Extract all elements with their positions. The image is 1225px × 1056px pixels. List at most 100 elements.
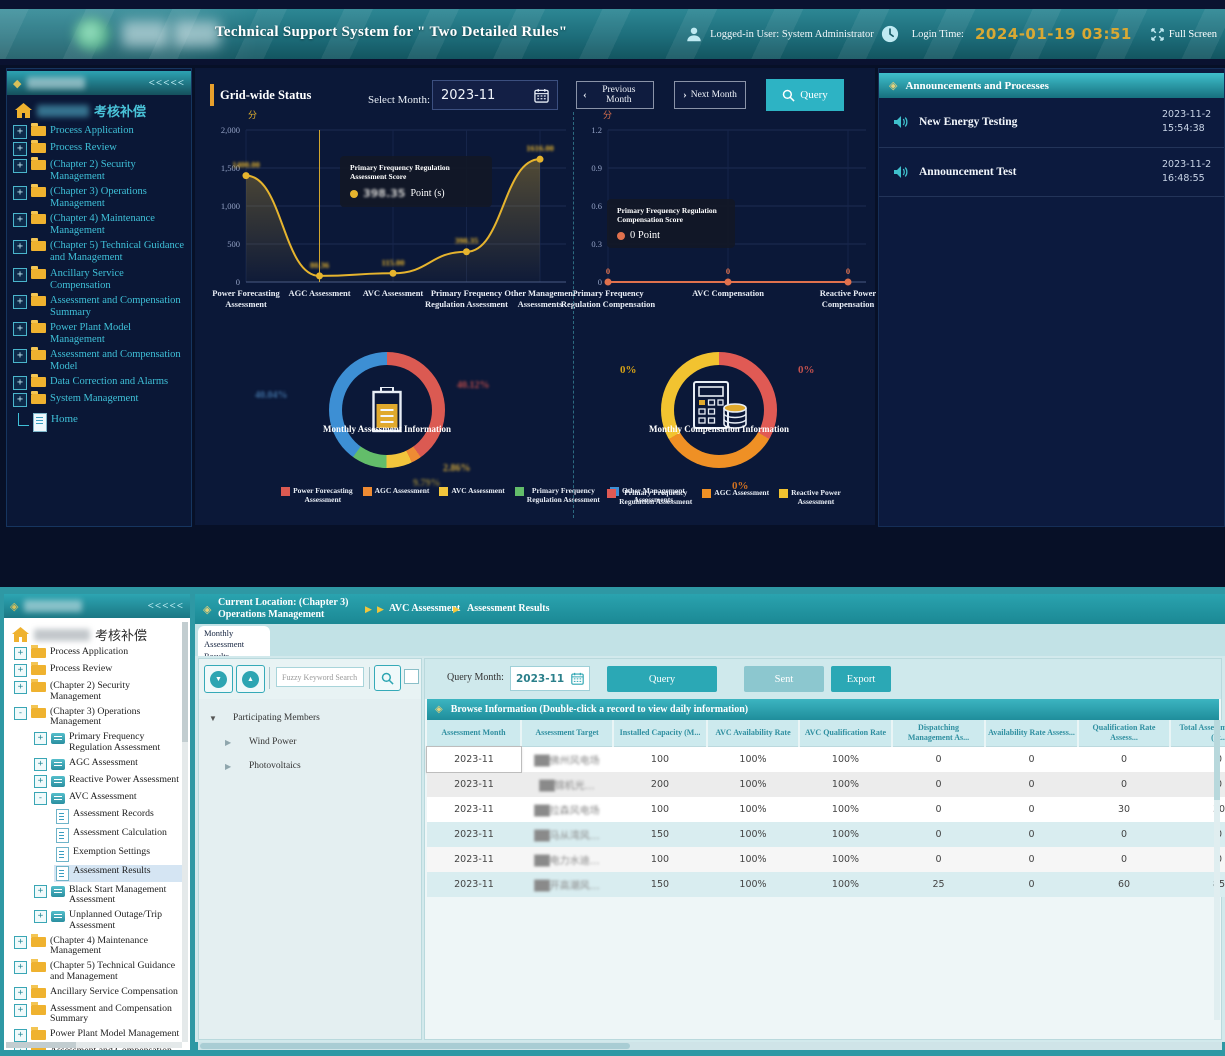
table-row[interactable]: 2023-11██锦机光…200100%100%0000 [427, 772, 1225, 797]
search-button[interactable] [374, 665, 401, 691]
expand-all-button[interactable]: ▲ [236, 665, 265, 693]
table-row[interactable]: 2023-11██电力水迪…100100%100%0000 [427, 847, 1225, 872]
nav-tree-item[interactable]: +Process Application [12, 646, 182, 661]
select-checkbox[interactable] [404, 669, 419, 684]
collapse-arrows[interactable]: <<<<< [149, 77, 185, 89]
top-sidebar: ◆ <<<<< 考核补偿 +Process Application +Proces… [6, 68, 192, 527]
nav-tree-item[interactable]: -AVC Assessment [32, 791, 182, 806]
column-header[interactable]: AVC Availability Rate [707, 720, 799, 747]
nav-tree-item[interactable]: +Assessment and Compensation Summary [12, 1003, 182, 1027]
sidebar-item-home[interactable]: Home [13, 413, 185, 432]
column-header[interactable]: AVC Qualification Rate [799, 720, 892, 747]
column-header[interactable]: Installed Capacity (M... [613, 720, 707, 747]
nav-tree-item[interactable]: +Process Review [12, 663, 182, 678]
legend-item[interactable]: Power ForecastingAssessment [281, 486, 353, 504]
fuzzy-search-input[interactable] [276, 667, 364, 687]
members-item-pv[interactable]: ▶ Photovoltaics [225, 761, 421, 771]
sidebar-header[interactable]: ◈ <<<<< [4, 594, 190, 618]
legend-item[interactable]: AGC Assessment [702, 488, 769, 498]
month-input[interactable]: 2023-11 [432, 80, 558, 110]
sidebar-item[interactable]: +Process Application [13, 125, 185, 139]
query-month-input[interactable]: 2023-11 [510, 666, 590, 691]
triangle-right-icon[interactable]: ▶ [225, 738, 235, 747]
table-row[interactable]: 2023-11██开高潮风…150100%100%2506085 [427, 872, 1225, 897]
legend-item[interactable]: AVC Assessment [439, 486, 504, 496]
nav-tree-item[interactable]: +Power Plant Model Management [12, 1028, 182, 1043]
nav-tree-item[interactable]: Assessment Results [54, 865, 182, 882]
sidebar-item[interactable]: +Assessment and Compensation Summary [13, 295, 185, 319]
tree-root[interactable]: 考核补偿 [12, 625, 147, 644]
members-item-wind[interactable]: ▶ Wind Power [225, 737, 421, 747]
nav-tree-item[interactable]: +Unplanned Outage/Trip Assessment [32, 909, 182, 933]
sidebar-item[interactable]: +(Chapter 2) Security Management [13, 159, 185, 183]
sidebar-scrollbar-thumb[interactable] [182, 622, 188, 742]
nav-tree-item[interactable]: +Reactive Power Assessment [32, 774, 182, 789]
nav-tree-item[interactable]: +Black Start Management Assessment [32, 884, 182, 908]
nav-tree-item[interactable]: +(Chapter 4) Maintenance Management [12, 935, 182, 959]
donut-callout: 40.12% [457, 380, 490, 391]
collapse-all-button[interactable]: ▼ [204, 665, 233, 693]
tab-monthly-assessment-results[interactable]: Monthly Assessment Results [198, 626, 270, 656]
nav-tree-item[interactable]: +(Chapter 5) Technical Guidance and Mana… [12, 960, 182, 984]
full-screen-icon[interactable] [1149, 26, 1166, 43]
nav-tree-item[interactable]: Assessment Records [54, 808, 182, 825]
triangle-right-icon[interactable]: ▶ [225, 762, 235, 771]
column-header[interactable]: Assessment Month [427, 720, 521, 747]
sidebar-item[interactable]: +Power Plant Model Management [13, 322, 185, 346]
table-row[interactable]: 2023-11██拉森风电场100100%100%003030 [427, 797, 1225, 822]
legend-item[interactable]: AGC Assessment [363, 486, 430, 496]
announcement-item[interactable]: New Energy Testing2023-11-215:54:38 [879, 98, 1224, 148]
sidebar-item[interactable]: +Data Correction and Alarms [13, 376, 185, 390]
horizontal-scrollbar-thumb[interactable] [200, 1043, 630, 1049]
query-button[interactable]: Query [766, 79, 844, 111]
column-header[interactable]: Dispatching Management As... [892, 720, 985, 747]
nav-tree-item[interactable]: -(Chapter 3) Operations Management [12, 706, 182, 730]
sidebar-item[interactable]: +Ancillary Service Compensation [13, 268, 185, 292]
next-month-button[interactable]: ›Next Month [674, 81, 746, 109]
tree-root[interactable]: 考核补偿 [15, 101, 146, 120]
nav-tree-item[interactable]: +Primary Frequency Regulation Assessment [32, 731, 182, 755]
breadcrumb-item[interactable]: AVC Assessment [389, 603, 460, 614]
user-icon [685, 25, 703, 43]
sidebar-item[interactable]: +Assessment and Compensation Model [13, 349, 185, 373]
sidebar-item[interactable]: +(Chapter 4) Maintenance Management [13, 213, 185, 237]
full-screen-label[interactable]: Full Screen [1169, 29, 1217, 40]
members-root[interactable]: ▼ Participating Members [209, 713, 421, 723]
table-scrollbar-thumb[interactable] [1214, 720, 1220, 800]
redacted-text [34, 629, 90, 641]
table-row[interactable]: 2023-11██佛州风电场100100%100%0000 [427, 747, 1225, 773]
sidebar-header[interactable]: ◆ <<<<< [7, 71, 191, 95]
sidebar-item[interactable]: +(Chapter 5) Technical Guidance and Mana… [13, 240, 185, 264]
legend-item[interactable]: Primary FrequencyRegulation Assessment [607, 488, 692, 506]
previous-month-button[interactable]: ‹Previous Month [576, 81, 654, 109]
breadcrumb-item[interactable]: Assessment Results [467, 603, 550, 614]
column-header[interactable]: Qualification Rate Assess... [1078, 720, 1170, 747]
horizontal-scrollbar[interactable] [198, 1042, 1222, 1050]
nav-tree-item[interactable]: +Ancillary Service Compensation [12, 986, 182, 1001]
svg-text:115.00: 115.00 [382, 257, 405, 267]
sidebar-item[interactable]: +Process Review [13, 142, 185, 156]
table-row[interactable]: 2023-11██马从湾风…150100%100%0000 [427, 822, 1225, 847]
donut-title: Monthly Compensation Information [641, 424, 797, 435]
month-value[interactable]: 2023-11 [441, 88, 495, 103]
sidebar-item[interactable]: +System Management [13, 393, 185, 407]
nav-tree-item[interactable]: +AGC Assessment [32, 757, 182, 772]
nav-tree-item[interactable]: Assessment Calculation [54, 827, 182, 844]
export-button[interactable]: Export [831, 666, 891, 692]
legend-swatch [779, 489, 788, 498]
triangle-down-icon[interactable]: ▼ [209, 714, 219, 723]
nav-tree-item[interactable]: Exemption Settings [54, 846, 182, 863]
announcement-item[interactable]: Announcement Test2023-11-216:48:55 [879, 148, 1224, 198]
calendar-icon[interactable] [534, 88, 549, 103]
column-header[interactable]: Availability Rate Assess... [985, 720, 1078, 747]
sidebar-hscrollbar-thumb[interactable] [6, 1042, 76, 1048]
calendar-icon[interactable] [571, 672, 584, 685]
collapse-arrows[interactable]: <<<<< [148, 600, 184, 612]
tooltip-series-dot [350, 190, 358, 198]
legend-item[interactable]: Reactive PowerAssessment [779, 488, 841, 506]
column-header[interactable]: Assessment Target [521, 720, 613, 747]
query-button[interactable]: Query [607, 666, 717, 692]
sent-button[interactable]: Sent [744, 666, 824, 692]
sidebar-item[interactable]: +(Chapter 3) Operations Management [13, 186, 185, 210]
nav-tree-item[interactable]: +(Chapter 2) Security Management [12, 680, 182, 704]
